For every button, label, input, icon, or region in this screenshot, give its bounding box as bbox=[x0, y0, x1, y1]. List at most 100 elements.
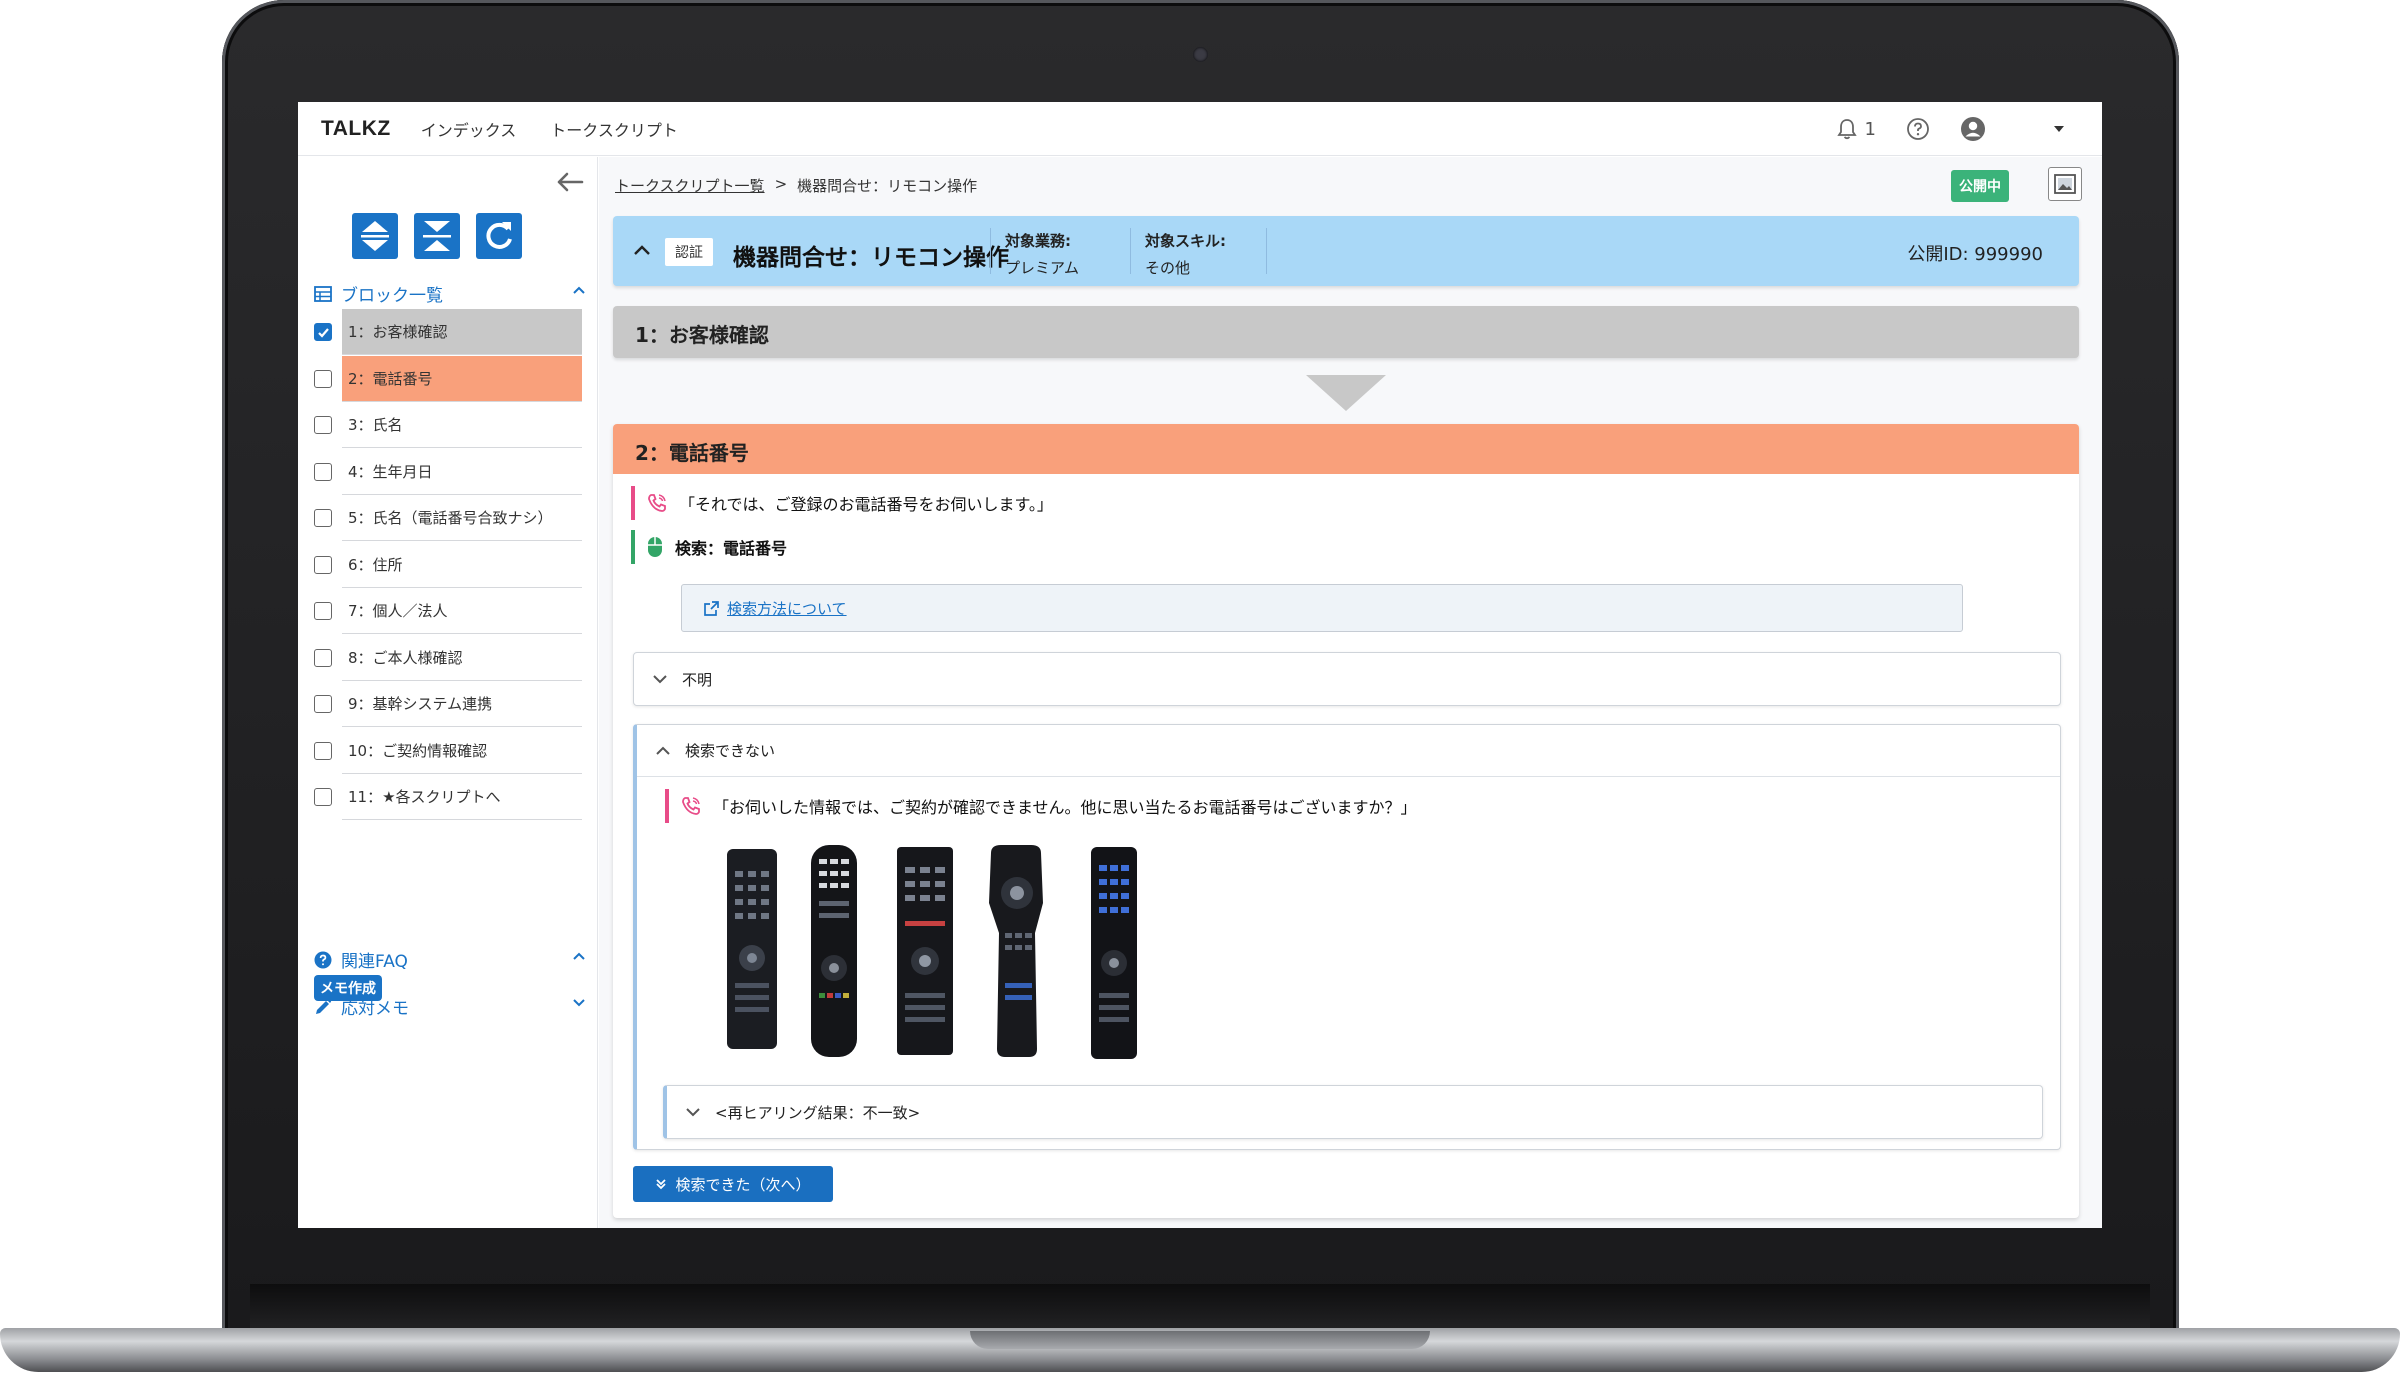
talk-line: 「それでは、ご登録のお電話番号をお伺いします。」 bbox=[631, 486, 1053, 520]
branch-not-found: 検索できない 「お伺いした情報では、ご契約が確認できません。他に思い当たるお電話… bbox=[633, 724, 2061, 1150]
branch-label: <再ヒアリング結果：不一致> bbox=[715, 1103, 921, 1122]
branch-unknown[interactable]: 不明 bbox=[633, 652, 2061, 706]
block-checkbox[interactable] bbox=[314, 369, 332, 388]
remote-5 bbox=[1091, 847, 1137, 1059]
block-list-title: ブロック一覧 bbox=[341, 286, 443, 306]
user-avatar-icon[interactable] bbox=[1960, 116, 1986, 142]
block-list-label: 5：氏名（電話番号合致ナシ） bbox=[342, 495, 582, 541]
chevron-up-icon[interactable] bbox=[572, 951, 586, 961]
block-list-item[interactable]: 11：★各スクリプトへ bbox=[314, 774, 582, 820]
category-tag: 認証 bbox=[665, 238, 713, 266]
meta-skill: 対象スキル: その他 bbox=[1145, 230, 1226, 278]
block-list-label: 7：個人／法人 bbox=[342, 588, 582, 634]
camera-icon bbox=[1193, 47, 1208, 62]
meta-business: 対象業務: プレミアム bbox=[1005, 230, 1079, 278]
block-list-label: 11：★各スクリプトへ bbox=[342, 774, 582, 820]
app-screen: TALKZ インデックス トークスクリプト 1 ブロック一覧 1：お客様確認 2… bbox=[298, 102, 2102, 1228]
block-list-label: 3：氏名 bbox=[342, 402, 582, 448]
block-checkbox[interactable] bbox=[314, 462, 332, 481]
block-list-label: 4：生年月日 bbox=[342, 449, 582, 495]
block-list-item[interactable]: 2：電話番号 bbox=[314, 355, 582, 402]
user-menu-caret-icon[interactable] bbox=[2054, 126, 2064, 132]
block2-header[interactable]: 2：電話番号 bbox=[613, 424, 2079, 474]
chevron-up-icon[interactable] bbox=[633, 244, 651, 256]
remote-1 bbox=[727, 849, 777, 1049]
brand-logo[interactable]: TALKZ bbox=[321, 117, 391, 141]
block-customer-confirm[interactable]: 1：お客様確認 bbox=[613, 306, 2079, 358]
expand-all-button[interactable] bbox=[352, 213, 398, 259]
refresh-icon bbox=[486, 222, 512, 249]
meta-skill-key: 対象スキル: bbox=[1145, 232, 1226, 250]
chevron-down-icon bbox=[686, 1108, 700, 1117]
branch-not-found-header[interactable]: 検索できない bbox=[637, 725, 2060, 777]
block-checkbox[interactable] bbox=[314, 323, 332, 341]
notification-button[interactable]: 1 bbox=[1836, 118, 1876, 140]
block-checkbox[interactable] bbox=[314, 416, 332, 434]
flow-down-arrow-icon bbox=[1306, 375, 1386, 411]
script-header: 認証 機器問合せ：リモコン操作 対象業務: プレミアム 対象スキル: その他 公… bbox=[613, 216, 2079, 286]
chevron-down-icon bbox=[653, 675, 667, 684]
divider bbox=[1266, 228, 1267, 274]
block-list-item[interactable]: 7：個人／法人 bbox=[314, 588, 582, 634]
talk-text: 「それでは、ご登録のお電話番号をお伺いします。」 bbox=[679, 495, 1053, 514]
notification-count: 1 bbox=[1864, 118, 1876, 140]
block-checkbox[interactable] bbox=[314, 741, 332, 760]
image-icon bbox=[2054, 174, 2076, 194]
search-howto-link[interactable]: 検索方法について bbox=[727, 598, 847, 619]
breadcrumb-current: 機器問合せ：リモコン操作 bbox=[797, 177, 978, 195]
block-list-label: 8：ご本人様確認 bbox=[342, 635, 582, 681]
chevron-up-icon[interactable] bbox=[572, 285, 586, 295]
branch-rehearing[interactable]: <再ヒアリング結果：不一致> bbox=[663, 1085, 2043, 1139]
breadcrumb: トークスクリプト一覧 > 機器問合せ：リモコン操作 bbox=[615, 175, 977, 196]
block-checkbox[interactable] bbox=[314, 602, 332, 620]
collapse-all-icon bbox=[423, 221, 451, 251]
block-list-item[interactable]: 5：氏名（電話番号合致ナシ） bbox=[314, 495, 582, 541]
branch-label: 検索できない bbox=[685, 742, 776, 760]
question-circle-icon bbox=[314, 951, 332, 968]
remote-control-image bbox=[727, 845, 1137, 1059]
sidebar: ブロック一覧 1：お客様確認 2：電話番号 3：氏名 4：生年月日 5：氏名（電話番号合… bbox=[298, 157, 598, 1228]
faq-header[interactable]: 関連FAQ bbox=[314, 947, 586, 972]
talk-line: 「お伺いした情報では、ご契約が確認できません。他に思い当たるお電話番号はございま… bbox=[665, 789, 1417, 823]
block-list-label: 1：お客様確認 bbox=[342, 309, 582, 355]
action-line: 検索：電話番号 bbox=[631, 530, 787, 564]
block-list-header[interactable]: ブロック一覧 bbox=[314, 281, 586, 306]
block-list-item[interactable]: 8：ご本人様確認 bbox=[314, 635, 582, 681]
meta-business-value: プレミアム bbox=[1005, 259, 1079, 277]
block-list-item[interactable]: 4：生年月日 bbox=[314, 449, 582, 495]
block-list-item[interactable]: 10：ご契約情報確認 bbox=[314, 728, 582, 774]
remote-4 bbox=[989, 845, 1043, 1057]
nav-index[interactable]: インデックス bbox=[421, 117, 517, 141]
image-view-button[interactable] bbox=[2048, 167, 2082, 201]
chevron-down-icon[interactable] bbox=[572, 998, 586, 1008]
create-memo-button[interactable]: メモ作成 bbox=[314, 975, 382, 1001]
check-icon bbox=[317, 327, 329, 338]
block-list-item[interactable]: 1：お客様確認 bbox=[314, 309, 582, 355]
breadcrumb-root-link[interactable]: トークスクリプト一覧 bbox=[615, 175, 765, 196]
meta-skill-value: その他 bbox=[1145, 259, 1191, 277]
block-list-label: 2：電話番号 bbox=[342, 355, 582, 402]
next-button[interactable]: 検索できた（次へ） bbox=[633, 1166, 833, 1202]
block-checkbox[interactable] bbox=[314, 509, 332, 527]
meta-business-key: 対象業務: bbox=[1005, 232, 1071, 250]
block-list-item[interactable]: 6：住所 bbox=[314, 542, 582, 588]
mouse-icon bbox=[648, 537, 662, 557]
block-checkbox[interactable] bbox=[314, 788, 332, 806]
remote-2 bbox=[811, 845, 857, 1057]
chevron-up-icon bbox=[656, 746, 670, 755]
nav-talkscript[interactable]: トークスクリプト bbox=[550, 117, 678, 141]
collapse-all-button[interactable] bbox=[414, 213, 460, 259]
published-status-badge: 公開中 bbox=[1951, 170, 2009, 202]
branch-label: 不明 bbox=[682, 670, 713, 689]
block-checkbox[interactable] bbox=[314, 555, 332, 574]
block-checkbox[interactable] bbox=[314, 648, 332, 667]
script-title: 機器問合せ：リモコン操作 bbox=[733, 245, 1009, 271]
help-icon[interactable] bbox=[1906, 117, 1930, 141]
block-checkbox[interactable] bbox=[314, 695, 332, 713]
collapse-sidebar-arrow-icon[interactable] bbox=[556, 171, 584, 193]
block-list-item[interactable]: 3：氏名 bbox=[314, 402, 582, 448]
external-link-icon bbox=[704, 600, 719, 616]
reset-button[interactable] bbox=[476, 213, 522, 259]
block-list-item[interactable]: 9：基幹システム連携 bbox=[314, 681, 582, 727]
laptop-hinge bbox=[250, 1284, 2150, 1332]
